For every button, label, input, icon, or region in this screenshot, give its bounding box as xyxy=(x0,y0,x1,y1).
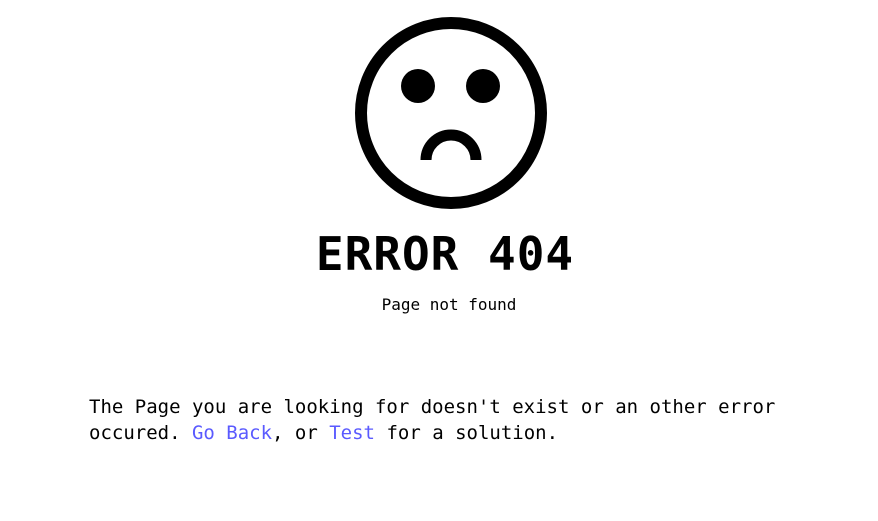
error-title: ERROR 404 xyxy=(315,227,575,281)
sad-face-icon xyxy=(355,17,547,209)
test-link[interactable]: Test xyxy=(329,422,375,444)
message-text-after: for a solution. xyxy=(375,422,559,444)
message-text-middle: , or xyxy=(272,422,330,444)
go-back-link[interactable]: Go Back xyxy=(192,422,272,444)
error-message: The Page you are looking for doesn't exi… xyxy=(89,394,829,446)
error-subtitle: Page not found xyxy=(381,295,517,314)
error-page: ERROR 404 Page not found The Page you ar… xyxy=(0,0,878,521)
